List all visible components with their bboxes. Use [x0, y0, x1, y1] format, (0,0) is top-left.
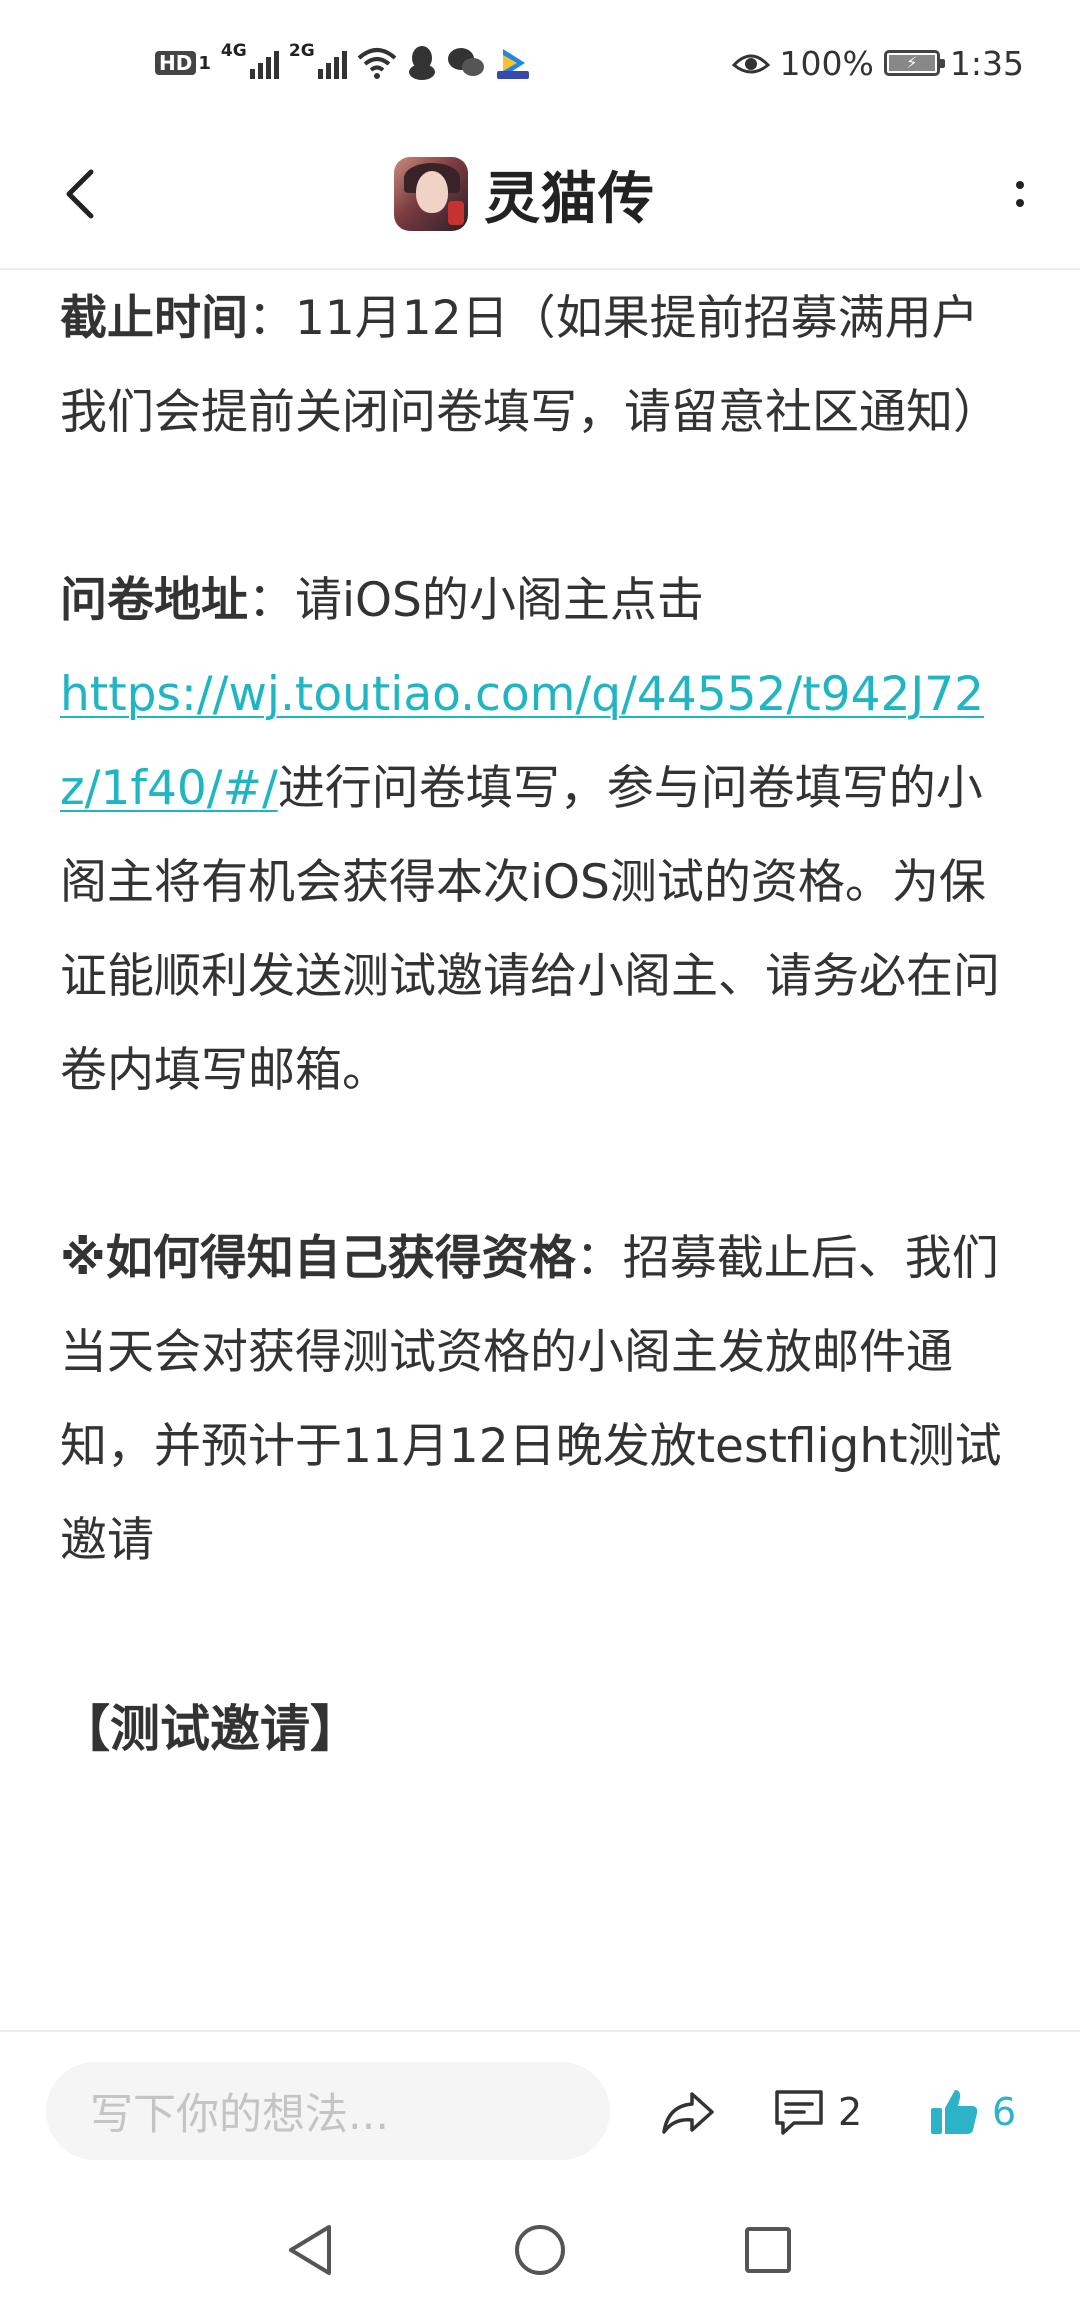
- top-app-bar: 灵猫传: [0, 120, 1080, 270]
- chevron-left-icon: [66, 169, 94, 219]
- qualification-paragraph: ※如何得知自己获得资格：招募截止后、我们当天会对获得测试资格的小阁主发放邮件通知…: [60, 1212, 1020, 1588]
- like-count: 6: [992, 2090, 1017, 2134]
- page-title: 灵猫传: [484, 166, 655, 232]
- survey-paragraph: 问卷地址：请iOS的小阁主点击 https://wj.toutiao.com/q/…: [60, 554, 1020, 1118]
- circle-home-icon: [515, 2225, 565, 2275]
- survey-intro: ：请iOS的小阁主点击: [248, 573, 704, 628]
- battery-icon: ⚡: [883, 50, 945, 76]
- qualification-label: ※如何得知自己获得资格: [60, 1231, 576, 1286]
- signal-4g-icon: 4G: [221, 41, 279, 83]
- sim-number: 1: [198, 52, 211, 74]
- comment-placeholder: 写下你的想法...: [90, 2090, 390, 2140]
- clock: 1:35: [949, 43, 1024, 83]
- back-button[interactable]: [40, 154, 120, 234]
- status-icons-right: 100% ⚡ 1:35: [731, 38, 1024, 88]
- comment-icon: [775, 2090, 823, 2135]
- signal-2g-icon: 2G: [289, 41, 347, 83]
- nav-home-button[interactable]: [500, 2210, 580, 2290]
- triangle-back-icon: [289, 2225, 331, 2275]
- header-title-group[interactable]: 灵猫传: [394, 147, 655, 241]
- status-bar: HD 1 4G 2G 100% ⚡ 1:35: [0, 0, 1080, 120]
- status-icons-left: HD 1 4G 2G: [155, 38, 531, 88]
- wechat-icon: [447, 48, 484, 76]
- like-button[interactable]: 6: [928, 2070, 1016, 2154]
- deadline-label: 截止时间: [60, 291, 248, 346]
- comment-count: 2: [838, 2090, 863, 2134]
- nav-back-button[interactable]: [270, 2210, 350, 2290]
- bottom-action-bar: 写下你的想法... 2 6: [0, 2030, 1080, 2192]
- hd-badge: HD: [155, 51, 197, 75]
- nav-recents-button[interactable]: [728, 2210, 808, 2290]
- section-heading: 【测试邀请】: [60, 1700, 360, 1758]
- article-body: 截止时间：11月12日（如果提前招募满用户我们会提前关闭问卷填写，请留意社区通知…: [60, 272, 1020, 2032]
- comment-button[interactable]: 2: [772, 2070, 862, 2154]
- more-options-button[interactable]: [990, 154, 1050, 234]
- game-avatar: [394, 157, 468, 231]
- thumbs-up-icon: [931, 2090, 978, 2134]
- share-icon: [662, 2092, 714, 2134]
- qq-icon: [408, 46, 435, 80]
- square-recents-icon: [745, 2227, 791, 2273]
- battery-percent: 100%: [779, 43, 874, 83]
- video-app-icon: [496, 49, 529, 79]
- more-vert-icon: [1016, 181, 1024, 189]
- wifi-icon: [357, 48, 397, 79]
- eye-comfort-icon: [731, 54, 770, 74]
- survey-label: 问卷地址: [60, 573, 248, 628]
- system-nav-bar: [0, 2190, 1080, 2310]
- share-button[interactable]: [648, 2072, 728, 2152]
- comment-input[interactable]: 写下你的想法...: [46, 2062, 610, 2160]
- deadline-paragraph: 截止时间：11月12日（如果提前招募满用户我们会提前关闭问卷填写，请留意社区通知…: [60, 272, 1020, 460]
